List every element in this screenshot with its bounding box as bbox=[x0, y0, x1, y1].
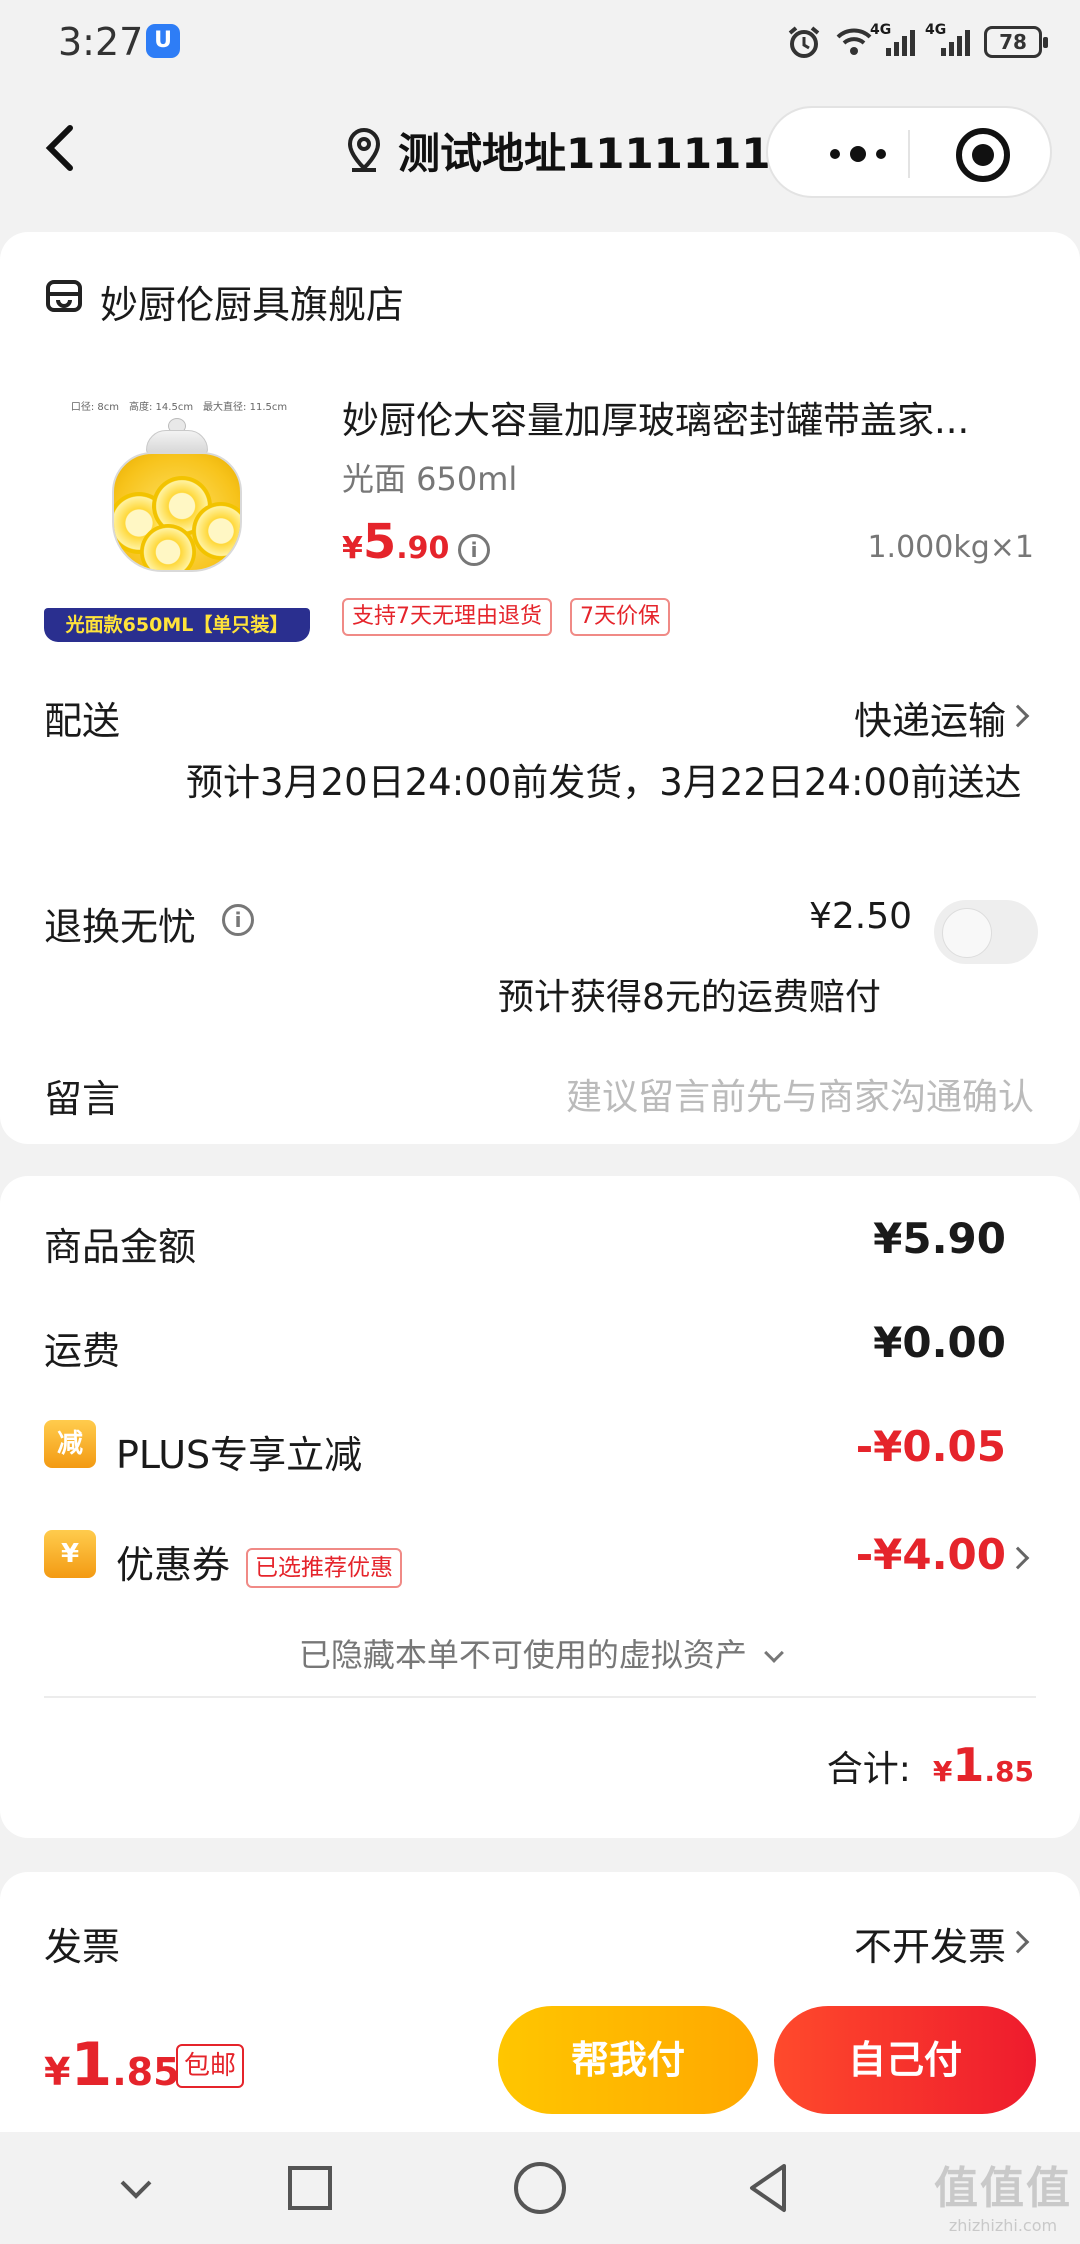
return-toggle[interactable] bbox=[934, 900, 1038, 964]
invoice-value[interactable]: 不开发票 bbox=[854, 1916, 1006, 1971]
address-selector[interactable]: 测试地址11111111 bbox=[344, 118, 800, 182]
message-input[interactable]: 建议留言前先与商家沟通确认 bbox=[566, 1068, 1034, 1120]
delivery-chevron-icon bbox=[1006, 704, 1030, 728]
product-spec: 光面 650ml bbox=[342, 460, 518, 498]
plus-discount-value: -¥0.05 bbox=[855, 1422, 1006, 1471]
bottom-total-price: ¥1.85 bbox=[44, 2030, 180, 2100]
status-time: 3:27 bbox=[58, 20, 144, 64]
return-policy-tag: 支持7天无理由退货 bbox=[342, 598, 552, 636]
free-shipping-badge: 包邮 bbox=[176, 2044, 245, 2088]
system-nav-bar bbox=[0, 2132, 1080, 2244]
shop-name[interactable]: 妙厨伦厨具旗舰店 bbox=[100, 274, 404, 329]
invoice-label: 发票 bbox=[44, 1925, 121, 1969]
coupon-chevron-icon bbox=[1006, 1546, 1030, 1570]
recents-icon[interactable] bbox=[280, 2158, 340, 2218]
coupon-icon: ¥ bbox=[44, 1530, 96, 1578]
coupon-value[interactable]: -¥4.00 bbox=[856, 1530, 1006, 1579]
watermark-logo: 值值值 bbox=[934, 2163, 1072, 2214]
home-icon[interactable] bbox=[510, 2158, 570, 2218]
product-image-banner: 光面款650ML【单只装】 bbox=[44, 608, 310, 642]
order-card: 妙厨伦厨具旗舰店 口径: 8cm 高度: 14.5cm 最大直径: 11.5cm… bbox=[0, 232, 1080, 1144]
product-price: ¥5.90 bbox=[342, 514, 450, 570]
product-image[interactable]: 口径: 8cm 高度: 14.5cm 最大直径: 11.5cm 光面款650ML… bbox=[44, 382, 310, 644]
shield-app-icon: U bbox=[146, 24, 180, 58]
return-note: 预计获得8元的运费赔付 bbox=[498, 977, 881, 1018]
nav-header: 测试地址11111111 bbox=[0, 88, 1080, 218]
location-pin-icon bbox=[347, 127, 381, 172]
price-info-icon[interactable]: i bbox=[458, 534, 490, 566]
goods-amount-value: ¥5.90 bbox=[873, 1214, 1006, 1263]
coupon-label[interactable]: 优惠券 bbox=[116, 1534, 230, 1589]
total-amount: ¥1.85 bbox=[932, 1738, 1034, 1792]
mini-program-capsule bbox=[766, 106, 1052, 198]
wifi-icon bbox=[836, 28, 872, 55]
status-bar: 3:27 U 4G 4G 78 bbox=[0, 0, 1080, 88]
alarm-icon bbox=[788, 26, 820, 58]
product-title[interactable]: 妙厨伦大容量加厚玻璃密封罐带盖家... bbox=[342, 390, 1022, 444]
hidden-assets-toggle[interactable]: 已隐藏本单不可使用的虚拟资产 bbox=[0, 1630, 1080, 1676]
summary-divider bbox=[44, 1696, 1036, 1698]
delivery-method[interactable]: 快递运输 bbox=[854, 690, 1006, 745]
signal-icon: 4G bbox=[870, 22, 915, 56]
self-pay-button[interactable]: 自己付 bbox=[774, 2006, 1036, 2114]
watermark: 值值值 zhizhizhi.com bbox=[934, 2152, 1072, 2235]
plus-discount-label: PLUS专享立减 bbox=[116, 1433, 363, 1477]
signal-icon-2: 4G bbox=[925, 22, 970, 56]
total-row: 合计: ¥1.85 bbox=[827, 1738, 1034, 1792]
coupon-recommended-tag: 已选推荐优惠 bbox=[246, 1548, 402, 1588]
shipping-value: ¥0.00 bbox=[873, 1318, 1006, 1367]
more-icon[interactable] bbox=[808, 132, 908, 176]
shop-icon bbox=[46, 280, 82, 312]
product-image-dims: 口径: 8cm 高度: 14.5cm 最大直径: 11.5cm bbox=[70, 402, 288, 413]
shipping-label: 运费 bbox=[44, 1329, 121, 1373]
back-icon[interactable] bbox=[34, 118, 94, 178]
return-info-icon[interactable]: i bbox=[222, 904, 254, 936]
price-protect-tag: 7天价保 bbox=[570, 598, 670, 636]
message-label: 留言 bbox=[44, 1077, 121, 1121]
invoice-chevron-icon bbox=[1006, 1930, 1030, 1954]
status-icons: 4G 4G 78 bbox=[786, 22, 1048, 62]
help-pay-button[interactable]: 帮我付 bbox=[498, 2006, 758, 2114]
goods-amount-label: 商品金额 bbox=[44, 1225, 197, 1269]
product-weight-qty: 1.000kg×1 bbox=[867, 530, 1034, 565]
capsule-divider bbox=[908, 130, 910, 178]
return-label: 退换无忧 bbox=[44, 905, 197, 949]
bottom-pay-bar: ¥1.85 包邮 帮我付 自己付 bbox=[0, 1986, 1080, 2132]
total-label: 合计: bbox=[826, 1749, 911, 1790]
plus-discount-icon: 减 bbox=[44, 1420, 96, 1468]
battery-icon: 78 bbox=[984, 26, 1048, 58]
close-target-icon[interactable] bbox=[956, 128, 1010, 182]
hidden-assets-text: 已隐藏本单不可使用的虚拟资产 bbox=[298, 1636, 747, 1674]
back-nav-icon[interactable] bbox=[738, 2158, 798, 2218]
return-price: ¥2.50 bbox=[808, 896, 912, 937]
delivery-estimate: 预计3月20日24:00前发货，3月22日24:00前送达 bbox=[186, 761, 1022, 804]
chevron-down-nav-icon[interactable] bbox=[106, 2158, 166, 2218]
address-text: 测试地址11111111 bbox=[398, 128, 800, 178]
delivery-label: 配送 bbox=[44, 699, 121, 743]
watermark-url: zhizhizhi.com bbox=[948, 2216, 1058, 2235]
chevron-down-icon bbox=[764, 1643, 784, 1663]
summary-card: 商品金额 ¥5.90 运费 ¥0.00 减 PLUS专享立减 -¥0.05 ¥ … bbox=[0, 1176, 1080, 1838]
